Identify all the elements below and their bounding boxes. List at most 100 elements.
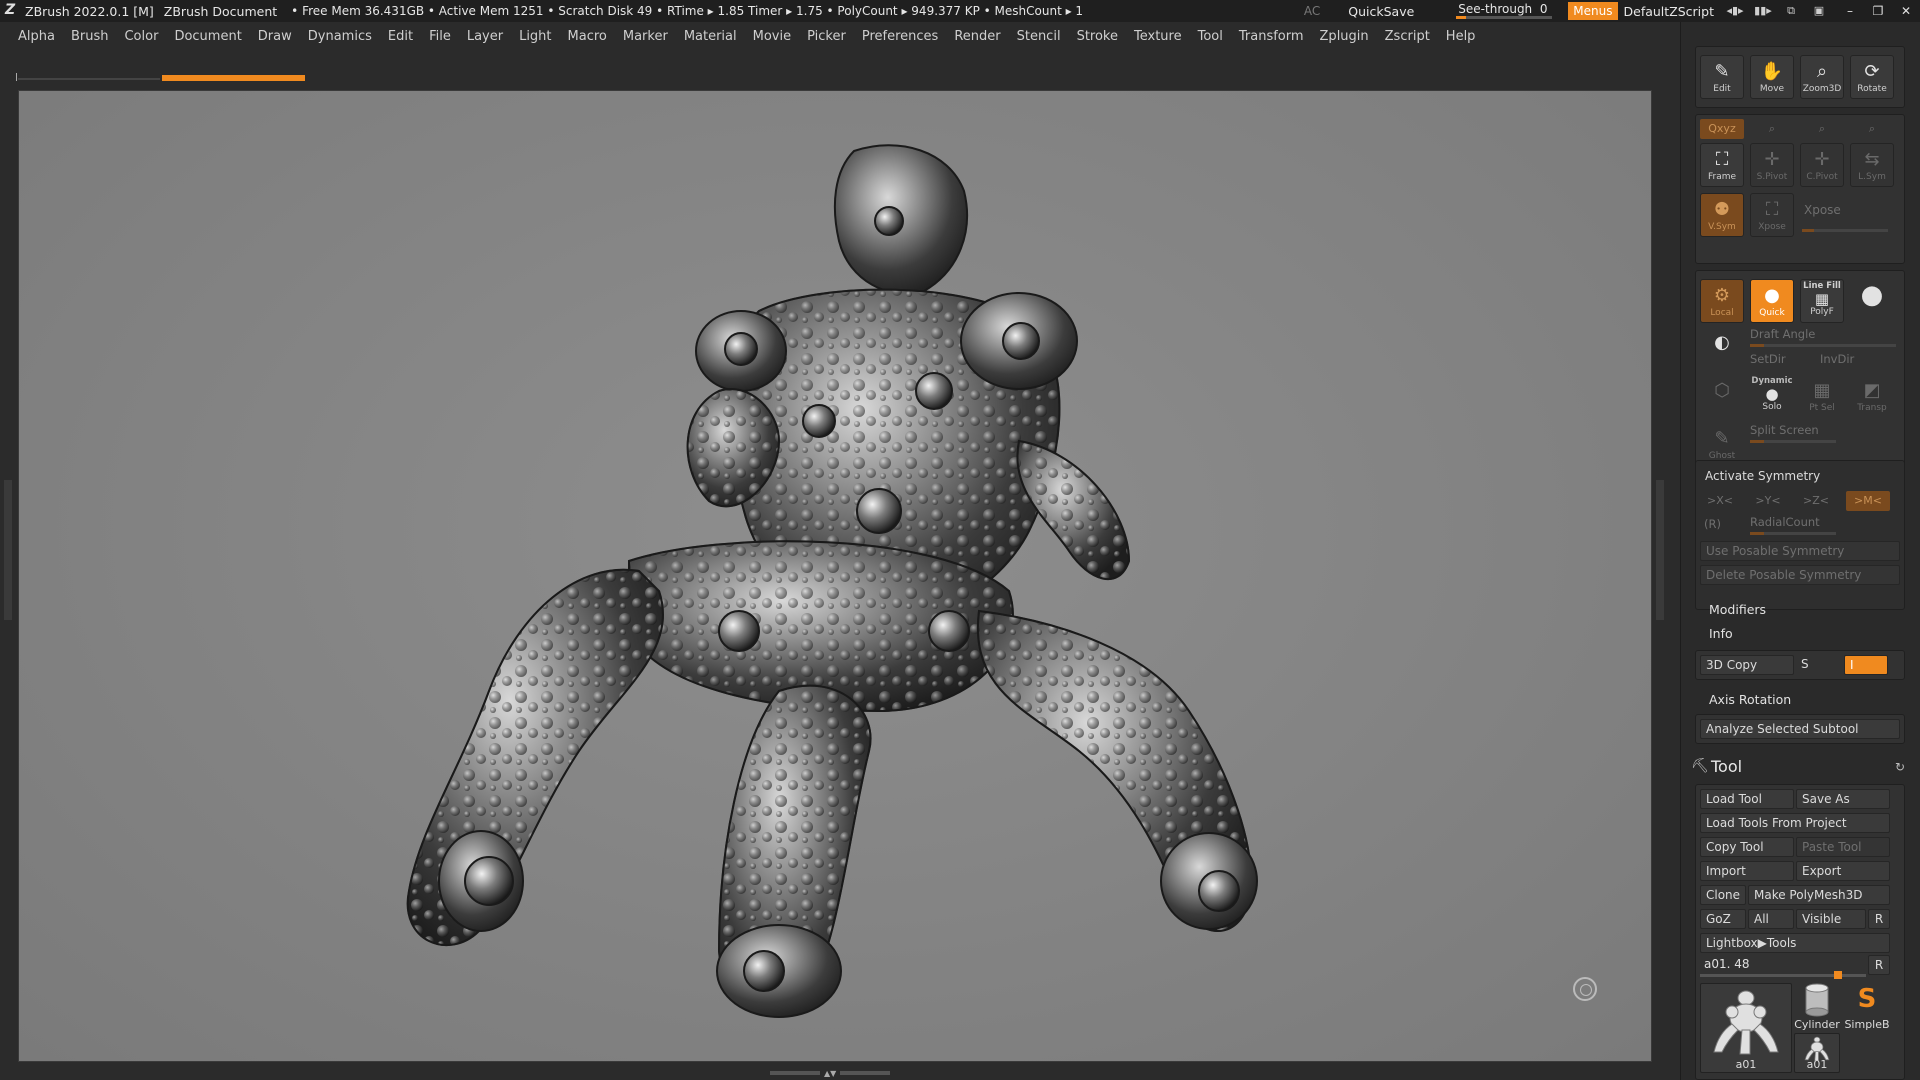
layout-icon[interactable]: ⧉ [1780,3,1802,19]
analyze-subtool-button[interactable]: Analyze Selected Subtool [1700,719,1900,739]
activate-symmetry-button[interactable]: Activate Symmetry [1700,467,1900,487]
menu-material[interactable]: Material [684,29,737,44]
right-tray-handle[interactable] [1656,480,1664,620]
use-posable-symmetry-button[interactable]: Use Posable Symmetry [1700,541,1900,561]
menu-dynamics[interactable]: Dynamics [308,29,372,44]
copy3d-button[interactable]: 3D Copy [1700,655,1794,675]
modifiers-section[interactable]: Modifiers [1709,602,1766,617]
i-button[interactable]: I [1844,655,1888,675]
move-button[interactable]: ✋ Move [1750,55,1794,99]
close-icon[interactable]: ✕ [1892,0,1920,22]
export-button[interactable]: Export [1796,861,1890,881]
menu-light[interactable]: Light [519,29,551,44]
bottom-tray-handle[interactable]: ▲▼ [770,1068,900,1078]
menu-picker[interactable]: Picker [807,29,846,44]
invdir-button[interactable]: InvDir [1820,352,1854,366]
menu-alpha[interactable]: Alpha [18,29,55,44]
current-tool-r-button[interactable]: R [1868,955,1890,975]
canvas-viewport[interactable] [18,90,1652,1062]
maximize-icon[interactable]: ❐ [1864,0,1892,22]
menu-layer[interactable]: Layer [467,29,503,44]
menu-zscript[interactable]: Zscript [1385,29,1430,44]
setdir-button[interactable]: SetDir [1750,352,1786,366]
copy-tool-button[interactable]: Copy Tool [1700,837,1794,857]
draft-angle-slider[interactable] [1750,344,1896,347]
polyf-button[interactable]: Line Fill ▦ PolyF [1800,279,1844,323]
transp-button[interactable]: ◩ Transp [1850,375,1894,419]
menu-movie[interactable]: Movie [753,29,791,44]
edit-button[interactable]: ✎ Edit [1700,55,1744,99]
seethrough-slider[interactable]: See-through 0 [1452,0,1556,22]
current-tool-slider-knob[interactable] [1834,971,1843,979]
menu-document[interactable]: Document [174,29,241,44]
menu-draw[interactable]: Draw [258,29,292,44]
zoom3d-button[interactable]: ⌕ Zoom3D [1800,55,1844,99]
tool-thumb-cylinder[interactable]: Cylinder [1794,983,1840,1031]
make-polymesh3d-button[interactable]: Make PolyMesh3D [1748,885,1890,905]
ui-width-icon[interactable]: ▮▮▸ [1752,3,1774,19]
qz-toggle[interactable]: ⌕ [1850,119,1894,139]
docking-icon[interactable]: ▣ [1808,3,1830,19]
menu-brush[interactable]: Brush [71,29,109,44]
seethrough-knob[interactable] [1456,16,1467,19]
default-zscript-button[interactable]: DefaultZScript [1624,4,1715,19]
menu-macro[interactable]: Macro [568,29,607,44]
menu-render[interactable]: Render [954,29,1000,44]
material-sphere-button[interactable]: ● [1850,279,1894,323]
menu-file[interactable]: File [429,29,451,44]
cube-button[interactable]: ⬡ [1700,375,1744,419]
frame-button[interactable]: ⛶ Frame [1700,143,1744,187]
menu-texture[interactable]: Texture [1134,29,1182,44]
symmetry-x-toggle[interactable]: >X< [1700,491,1740,511]
xpose-slider[interactable] [1802,229,1888,232]
symmetry-m-toggle[interactable]: >M< [1846,491,1890,511]
menu-transform[interactable]: Transform [1239,29,1304,44]
ac-indicator[interactable]: AC [1304,4,1320,18]
menu-edit[interactable]: Edit [388,29,413,44]
vsym-button[interactable]: ⚉ V.Sym [1700,193,1744,237]
qx-toggle[interactable]: ⌕ [1750,119,1794,139]
goz-button[interactable]: GoZ [1700,909,1746,929]
goz-r-button[interactable]: R [1868,909,1890,929]
spivot-button[interactable]: ✛ S.Pivot [1750,143,1794,187]
menu-preferences[interactable]: Preferences [862,29,938,44]
symmetry-y-toggle[interactable]: >Y< [1748,491,1788,511]
refresh-icon[interactable]: ↻ [1895,760,1905,774]
menu-marker[interactable]: Marker [623,29,668,44]
goz-all-button[interactable]: All [1748,909,1794,929]
menu-stencil[interactable]: Stencil [1017,29,1061,44]
local-button[interactable]: ⚙ Local [1700,279,1744,323]
quicksave-button[interactable]: QuickSave [1348,4,1414,19]
s-button[interactable]: S [1796,655,1842,675]
delete-posable-symmetry-button[interactable]: Delete Posable Symmetry [1700,565,1900,585]
goz-visible-button[interactable]: Visible [1796,909,1866,929]
rotate-button[interactable]: ⟳ Rotate [1850,55,1894,99]
info-section[interactable]: Info [1709,626,1733,641]
menu-zplugin[interactable]: Zplugin [1320,29,1369,44]
paste-tool-button[interactable]: Paste Tool [1796,837,1890,857]
quick-button[interactable]: ● Quick [1750,279,1794,323]
menu-help[interactable]: Help [1446,29,1476,44]
radial-r-toggle[interactable]: (R) [1704,517,1721,531]
floor-grid-toggle-icon[interactable] [1573,977,1597,1001]
menu-tool[interactable]: Tool [1198,29,1223,44]
ptsel-button[interactable]: ▦ Pt Sel [1800,375,1844,419]
contrast-button[interactable]: ◐ [1700,327,1744,371]
clone-button[interactable]: Clone [1700,885,1746,905]
tool-thumb-simplebrush[interactable]: S SimpleB [1842,983,1892,1031]
symmetry-z-toggle[interactable]: >Z< [1796,491,1836,511]
load-tools-from-project-button[interactable]: Load Tools From Project [1700,813,1890,833]
minimize-icon[interactable]: – [1836,0,1864,22]
xpose-button[interactable]: ⛶ Xpose [1750,193,1794,237]
left-tray-handle[interactable] [4,480,12,620]
menu-stroke[interactable]: Stroke [1077,29,1118,44]
solo-button[interactable]: Dynamic ● Solo [1750,375,1794,419]
tool-palette-title[interactable]: Tool [1711,757,1742,776]
tool-thumb-a01-large[interactable]: a01 [1700,983,1792,1073]
save-as-button[interactable]: Save As [1796,789,1890,809]
lightbox-tools-button[interactable]: Lightbox▶Tools [1700,933,1890,953]
menu-color[interactable]: Color [124,29,158,44]
qy-toggle[interactable]: ⌕ [1800,119,1844,139]
layout-cycle-icon[interactable]: ◂▮▸ [1724,3,1746,19]
load-tool-button[interactable]: Load Tool [1700,789,1794,809]
